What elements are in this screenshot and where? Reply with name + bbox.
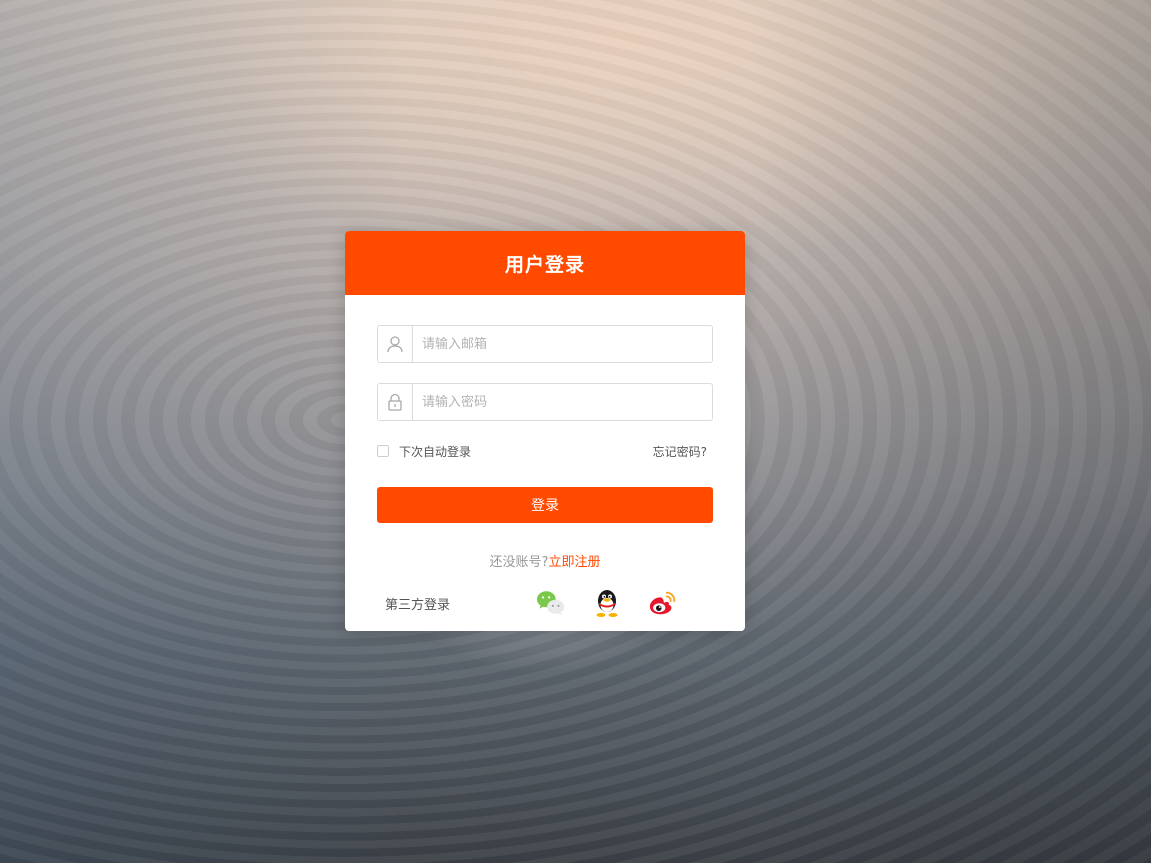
remember-me[interactable]: 下次自动登录 (377, 443, 471, 460)
email-field-wrapper (377, 325, 713, 363)
user-icon (378, 326, 413, 362)
password-field-wrapper (377, 383, 713, 421)
register-link[interactable]: 立即注册 (548, 555, 600, 570)
password-input[interactable] (413, 384, 712, 420)
remember-label: 下次自动登录 (399, 444, 472, 459)
no-account-text: 还没账号? (489, 555, 549, 570)
wechat-icon[interactable] (536, 588, 566, 618)
page-title: 用户登录 (504, 253, 585, 276)
login-button[interactable]: 登录 (377, 487, 713, 523)
lock-icon (378, 384, 413, 420)
remember-checkbox[interactable] (377, 445, 389, 457)
login-form: 下次自动登录 忘记密码? 登录 还没账号?立即注册 (345, 295, 745, 570)
forgot-password-link[interactable]: 忘记密码? (653, 443, 707, 460)
login-card: 用户登录 下次自动 (345, 231, 745, 631)
third-party-login: 第三方登录 (385, 587, 705, 619)
login-options: 下次自动登录 忘记密码? (377, 441, 713, 461)
card-header: 用户登录 (345, 231, 745, 295)
qq-icon[interactable] (593, 588, 621, 618)
register-prompt: 还没账号?立即注册 (377, 551, 713, 570)
weibo-icon[interactable] (648, 588, 678, 618)
third-party-label: 第三方登录 (385, 597, 451, 613)
email-input[interactable] (413, 326, 712, 362)
